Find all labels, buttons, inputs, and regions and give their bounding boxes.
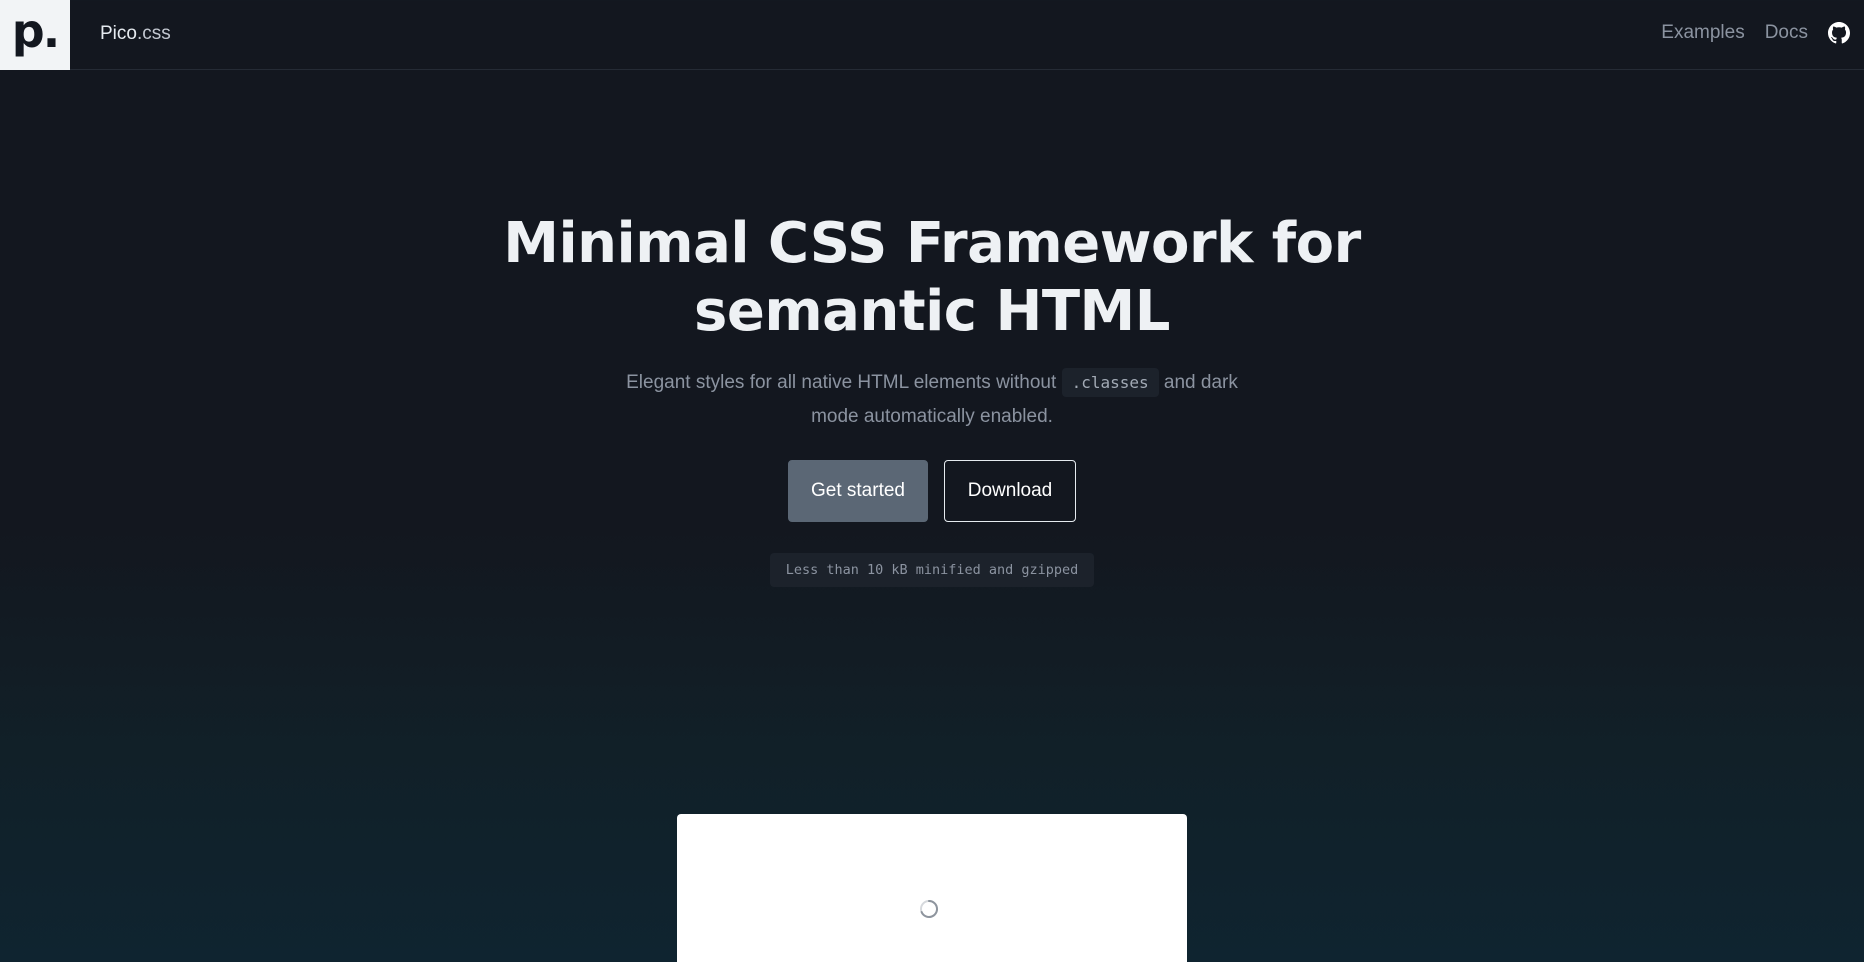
hero-title-line2: semantic HTML bbox=[694, 279, 1170, 344]
classes-code: .classes bbox=[1061, 368, 1159, 397]
demo-preview-card bbox=[677, 814, 1187, 962]
download-button[interactable]: Download bbox=[944, 460, 1076, 522]
hero-actions: Get started Download bbox=[0, 460, 1864, 522]
hero-title-line1: Minimal CSS Framework for bbox=[503, 211, 1361, 276]
top-nav: Examples Docs bbox=[1661, 22, 1850, 44]
brand-suffix: .css bbox=[136, 23, 171, 44]
spinner-icon bbox=[920, 900, 938, 918]
get-started-button[interactable]: Get started bbox=[788, 460, 928, 522]
logo-mark: p. bbox=[11, 4, 60, 58]
nav-link-examples[interactable]: Examples bbox=[1661, 22, 1744, 44]
hero-title: Minimal CSS Framework for semantic HTML bbox=[0, 210, 1864, 346]
hero-subtitle: Elegant styles for all native HTML eleme… bbox=[602, 366, 1262, 434]
brand-name: Pico bbox=[100, 23, 137, 44]
nav-link-docs[interactable]: Docs bbox=[1765, 22, 1808, 44]
subtitle-text-start: Elegant styles for all native HTML eleme… bbox=[626, 372, 1057, 393]
brand-link[interactable]: Pico.css bbox=[100, 23, 171, 45]
github-icon bbox=[1828, 22, 1850, 44]
github-link[interactable] bbox=[1828, 22, 1850, 44]
site-header: p. Pico.css Examples Docs bbox=[0, 0, 1864, 70]
logo-link[interactable]: p. bbox=[0, 0, 70, 70]
size-note: Less than 10 kB minified and gzipped bbox=[770, 553, 1094, 587]
